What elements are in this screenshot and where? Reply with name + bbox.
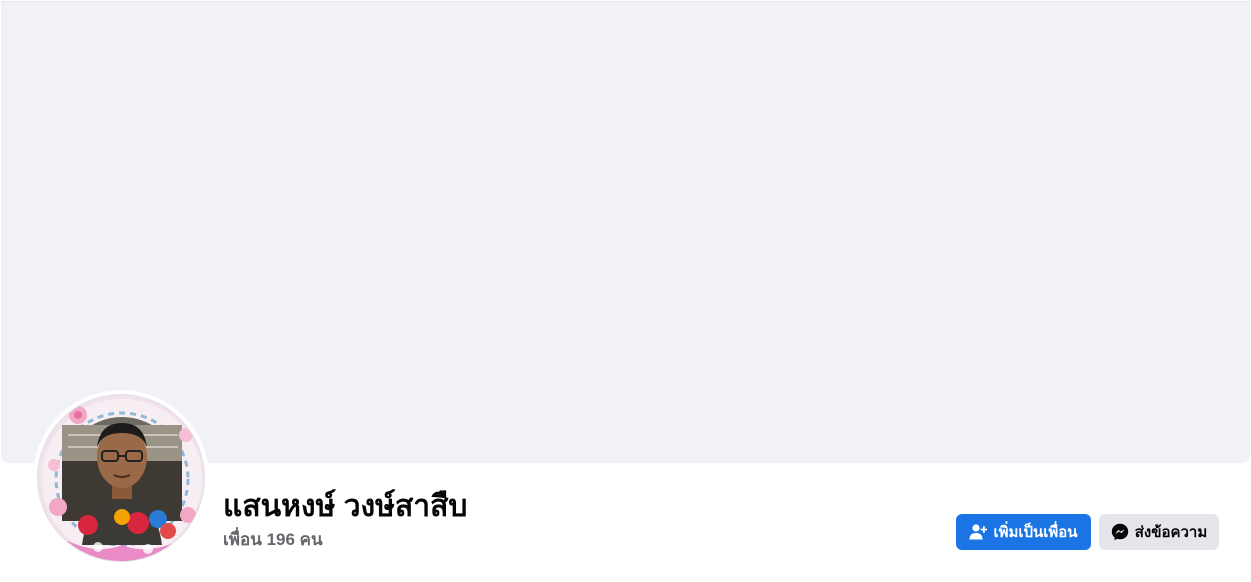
avatar-illustration [42,399,202,561]
send-message-label: ส่งข้อความ [1134,524,1208,541]
person-add-icon [969,523,988,541]
avatar-image [37,394,205,562]
profile-header: แสนหงษ์ วงษ์สาสืบ เพื่อน 196 คน เพิ่มเป็… [0,0,1251,582]
profile-name: แสนหงษ์ วงษ์สาสืบ [223,490,468,523]
profile-picture[interactable] [33,390,209,566]
messenger-icon [1111,523,1129,541]
add-friend-button[interactable]: เพิ่มเป็นเพื่อน [956,514,1091,550]
send-message-button[interactable]: ส่งข้อความ [1099,514,1219,550]
cover-photo[interactable] [1,1,1250,463]
add-friend-label: เพิ่มเป็นเพื่อน [993,524,1078,541]
friend-count[interactable]: เพื่อน 196 คน [223,529,323,551]
